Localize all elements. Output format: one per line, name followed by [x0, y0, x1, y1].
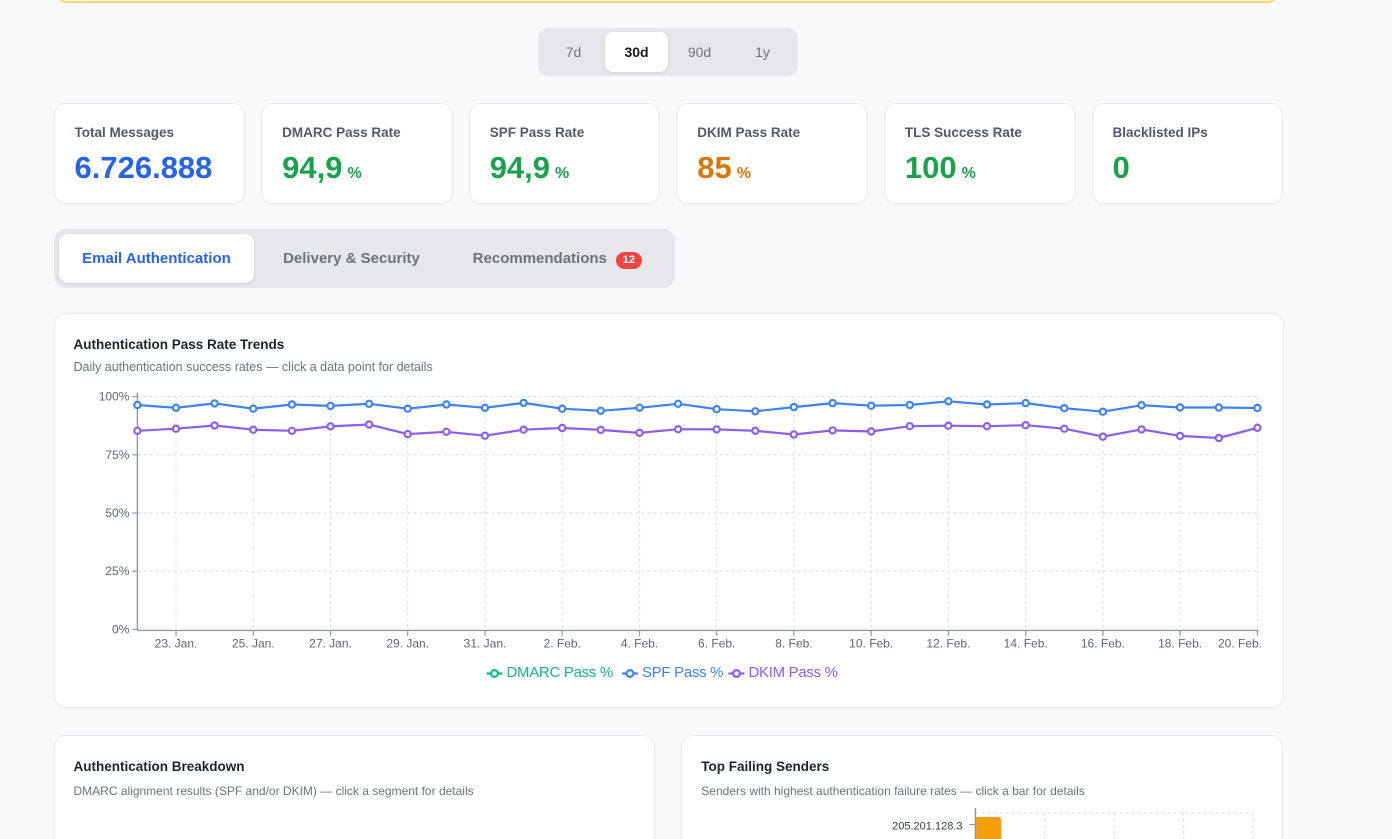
svg-text:20. Feb.: 20. Feb. [1218, 637, 1262, 651]
svg-text:2. Feb.: 2. Feb. [544, 637, 581, 651]
svg-text:25. Jan.: 25. Jan. [232, 637, 275, 651]
svg-text:8. Feb.: 8. Feb. [775, 637, 812, 651]
svg-text:4. Feb.: 4. Feb. [621, 637, 658, 651]
svg-text:12. Feb.: 12. Feb. [926, 637, 970, 651]
svg-text:16. Feb.: 16. Feb. [1081, 637, 1125, 651]
svg-text:205.201.128.3: 205.201.128.3 [892, 820, 962, 832]
svg-text:23. Jan.: 23. Jan. [155, 637, 198, 651]
svg-text:6. Feb.: 6. Feb. [698, 637, 735, 651]
svg-text:31. Jan.: 31. Jan. [464, 637, 507, 651]
svg-text:27. Jan.: 27. Jan. [309, 637, 352, 651]
svg-text:25%: 25% [105, 564, 129, 578]
svg-text:29. Jan.: 29. Jan. [386, 637, 429, 651]
svg-text:75%: 75% [105, 448, 129, 462]
svg-text:0%: 0% [112, 622, 130, 636]
svg-text:50%: 50% [105, 506, 129, 520]
svg-text:10. Feb.: 10. Feb. [849, 637, 893, 651]
svg-text:18. Feb.: 18. Feb. [1158, 637, 1202, 651]
svg-text:100%: 100% [99, 390, 130, 404]
svg-text:14. Feb.: 14. Feb. [1004, 637, 1048, 651]
